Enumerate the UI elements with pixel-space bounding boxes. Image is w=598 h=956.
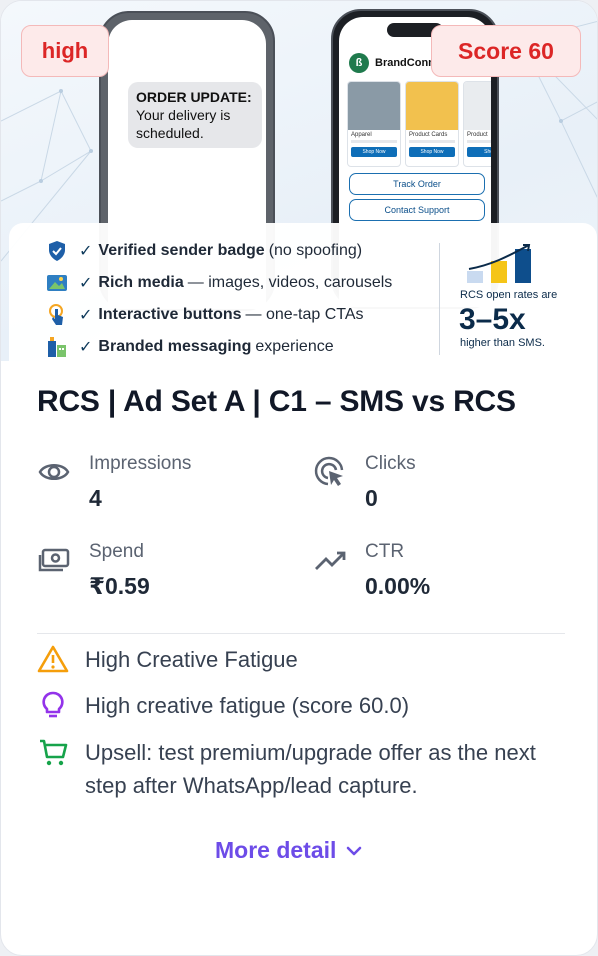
rate-value: 3–5x [459, 303, 526, 336]
trend-up-icon [315, 551, 346, 570]
brand-logo-icon: ß [349, 53, 369, 73]
check-icon: ✓ [79, 243, 93, 260]
note-upsell: Upsell: test premium/upgrade offer as th… [37, 736, 565, 802]
metric-label: Spend [89, 541, 144, 562]
feature-item: ✓ Branded messaging experience [45, 335, 334, 359]
feature-text: — images, videos, carousels [187, 274, 393, 291]
metric-label: Impressions [89, 453, 192, 474]
score-badge: Score 60 [431, 25, 581, 77]
metric-value: 0 [365, 485, 378, 511]
bar-chart-icon [467, 244, 531, 283]
rate-subcaption: higher than SMS. [460, 337, 545, 349]
chevron-down-icon [347, 846, 362, 855]
shop-now-button: Shop [467, 147, 491, 157]
note-fatigue-score: High creative fatigue (score 60.0) [37, 689, 565, 722]
tap-icon [49, 304, 63, 325]
check-icon: ✓ [79, 339, 93, 356]
product-bar [409, 140, 455, 143]
image-icon [47, 275, 67, 291]
product-bar [467, 140, 491, 143]
more-detail-label: More detail [215, 837, 337, 863]
product-label: Product [467, 132, 488, 138]
product-bar [351, 140, 397, 143]
note-text: Upsell: test premium/upgrade offer as th… [85, 740, 536, 798]
product-card: Product Shop [463, 81, 491, 167]
feature-bold: Interactive buttons [98, 306, 242, 323]
cash-icon [38, 548, 70, 572]
more-detail-button[interactable]: More detail [215, 837, 364, 864]
check-icon: ✓ [79, 275, 93, 292]
product-card: Apparel Shop Now [347, 81, 401, 167]
product-card: Product Cards Shop Now [405, 81, 459, 167]
product-image [348, 82, 400, 130]
building-icon [48, 337, 66, 357]
metric-value: ₹0.59 [89, 573, 150, 599]
product-label: Product Cards [409, 132, 448, 138]
check-icon: ✓ [79, 307, 93, 324]
level-badge: high [21, 25, 109, 77]
rate-caption: RCS open rates are [460, 289, 558, 301]
note-fatigue-warning: High Creative Fatigue [37, 643, 565, 676]
ad-card: ORDER UPDATE: Your delivery is scheduled… [0, 0, 598, 956]
product-label: Apparel [351, 132, 372, 138]
ad-creative-image: ORDER UPDATE: Your delivery is scheduled… [1, 1, 597, 361]
feature-bold: Rich media [98, 274, 184, 291]
product-image [464, 82, 491, 130]
rcs-brand-header: ß BrandConn [349, 53, 435, 73]
sms-bubble: ORDER UPDATE: Your delivery is scheduled… [128, 82, 262, 148]
divider [439, 243, 440, 355]
sms-line: scheduled. [136, 125, 204, 141]
metric-value: 0.00% [365, 573, 431, 599]
feature-item: ✓ Interactive buttons — one-tap CTAs [45, 303, 364, 327]
metric-label: Clicks [365, 453, 416, 474]
lightbulb-icon [42, 691, 64, 718]
cursor-click-icon [314, 456, 344, 486]
metric-label: CTR [365, 541, 405, 562]
note-text: High Creative Fatigue [85, 647, 298, 672]
feature-panel: ✓ Verified sender badge (no spoofing) ✓ … [9, 223, 597, 361]
divider [37, 633, 565, 634]
sms-line: Your delivery is [136, 107, 231, 123]
ad-title: RCS | Ad Set A | C1 – SMS vs RCS [37, 385, 516, 418]
feature-text: experience [255, 338, 334, 355]
feature-bold: Verified sender badge [98, 242, 265, 259]
eye-icon [38, 464, 70, 480]
track-order-button: Track Order [349, 173, 485, 195]
warning-icon [37, 645, 69, 673]
feature-bold: Branded messaging [98, 338, 252, 355]
metric-value: 4 [89, 485, 102, 511]
cart-icon [40, 739, 68, 766]
feature-item: ✓ Verified sender badge (no spoofing) [45, 239, 362, 263]
shop-now-button: Shop Now [409, 147, 455, 157]
contact-support-button: Contact Support [349, 199, 485, 221]
shield-check-icon [49, 241, 65, 261]
feature-text: — one-tap CTAs [245, 306, 364, 323]
note-text: High creative fatigue (score 60.0) [85, 693, 410, 718]
feature-text: (no spoofing) [268, 242, 363, 259]
product-image [406, 82, 458, 130]
feature-item: ✓ Rich media — images, videos, carousels [45, 271, 392, 295]
brand-name: BrandConn [375, 57, 435, 69]
rcs-carousel: Apparel Shop Now Product Cards Shop Now … [347, 81, 491, 167]
shop-now-button: Shop Now [351, 147, 397, 157]
sms-line: ORDER UPDATE: [136, 89, 252, 105]
